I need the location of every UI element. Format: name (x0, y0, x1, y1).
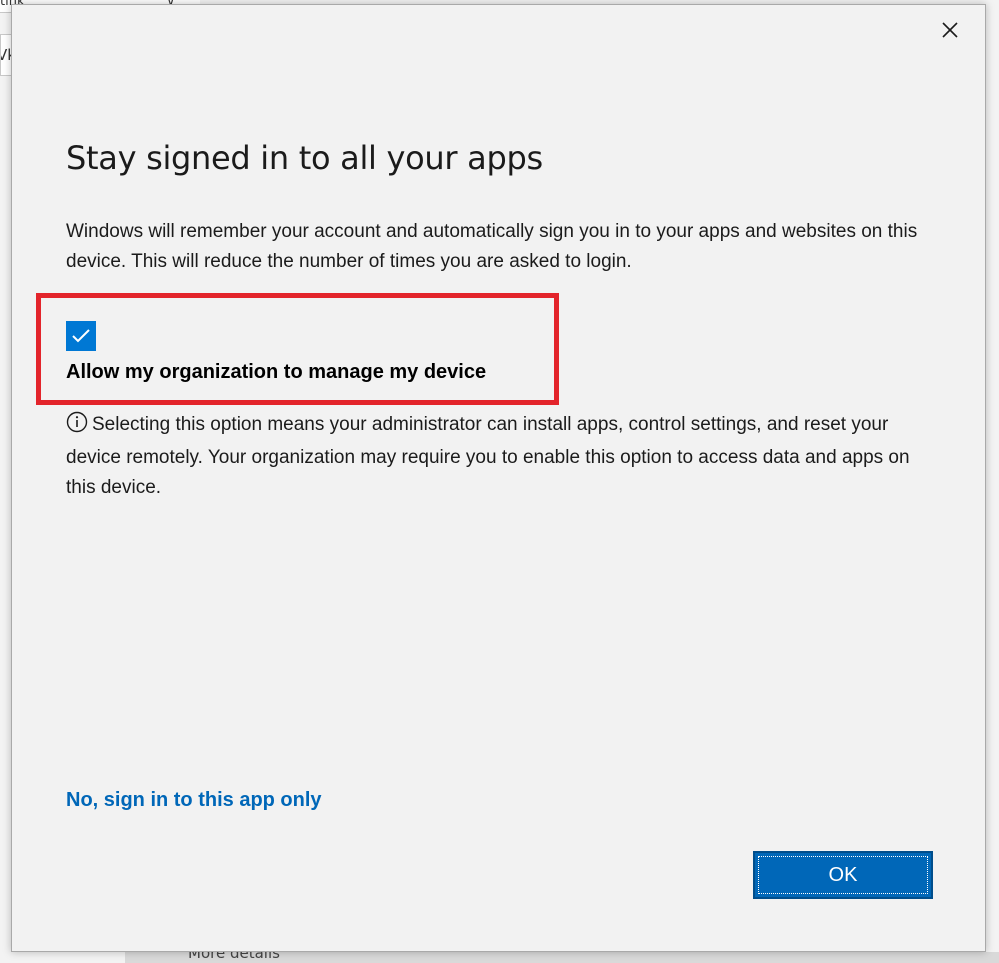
sign-in-this-app-only-link[interactable]: No, sign in to this app only (66, 789, 322, 812)
dialog-description: Windows will remember your account and a… (66, 221, 918, 272)
checkmark-icon (72, 329, 90, 343)
info-message: Selecting this option means your adminis… (66, 410, 941, 503)
ok-button-label: OK (828, 863, 858, 886)
manage-device-label[interactable]: Allow my organization to manage my devic… (66, 361, 486, 384)
close-icon (942, 22, 958, 38)
manage-device-checkbox[interactable] (66, 321, 96, 351)
close-button[interactable] (935, 15, 965, 45)
info-icon (66, 411, 88, 443)
highlight-annotation (36, 293, 559, 405)
dialog-title: Stay signed in to all your apps (66, 139, 543, 177)
ok-button[interactable]: OK (753, 851, 933, 899)
stay-signed-in-dialog: Stay signed in to all your apps Windows … (11, 4, 986, 952)
info-text: Selecting this option means your adminis… (66, 414, 910, 498)
